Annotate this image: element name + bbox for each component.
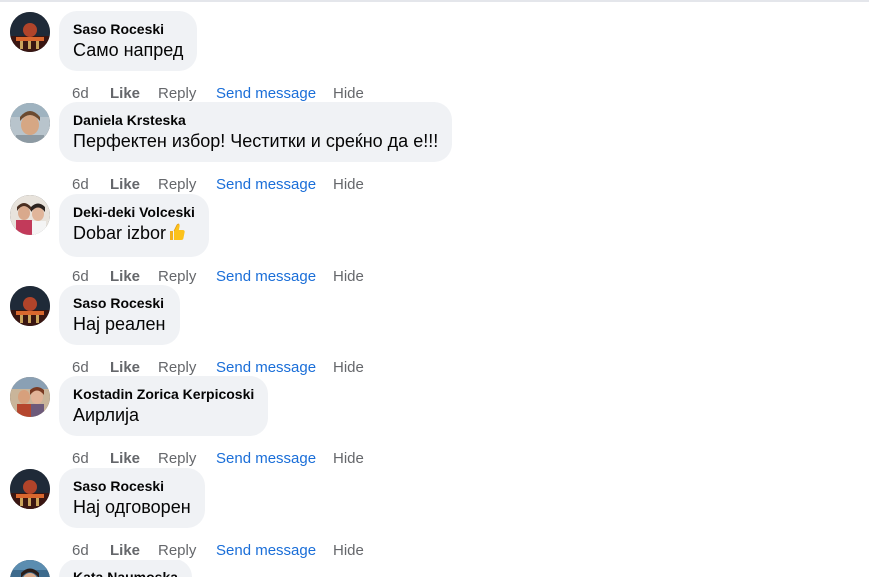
comment-author[interactable]: Kata Naumoska	[73, 568, 178, 577]
comment-item: Saso Roceski Нај реален 6d Like Reply Se…	[0, 285, 869, 378]
hide-button[interactable]: Hide	[333, 267, 364, 287]
send-message-button[interactable]: Send message	[216, 358, 316, 378]
hide-button[interactable]: Hide	[333, 175, 364, 195]
avatar[interactable]	[10, 103, 50, 143]
send-message-button[interactable]: Send message	[216, 175, 316, 195]
reply-button[interactable]: Reply	[158, 84, 196, 104]
send-message-button[interactable]: Send message	[216, 267, 316, 287]
avatar[interactable]	[10, 286, 50, 326]
reply-button[interactable]: Reply	[158, 449, 196, 469]
avatar[interactable]	[10, 469, 50, 509]
like-button[interactable]: Like	[110, 267, 140, 287]
deki-avatar-icon	[10, 195, 50, 235]
comment-author[interactable]: Daniela Krsteska	[73, 111, 438, 129]
comment-timestamp[interactable]: 6d	[72, 358, 89, 378]
top-divider	[0, 0, 869, 2]
saso-avatar-icon	[10, 12, 50, 52]
like-button[interactable]: Like	[110, 358, 140, 378]
avatar[interactable]	[10, 195, 50, 235]
hide-button[interactable]: Hide	[333, 84, 364, 104]
like-button[interactable]: Like	[110, 175, 140, 195]
kata-avatar-icon	[10, 560, 50, 577]
comment-item: Deki-deki Volceski Dobar izbor 6d Like R…	[0, 194, 869, 287]
comment-bubble: Deki-deki Volceski Dobar izbor	[59, 194, 209, 257]
comment-timestamp[interactable]: 6d	[72, 267, 89, 287]
comment-text: Аирлија	[73, 405, 140, 425]
comment-bubble: Kata Naumoska	[59, 560, 193, 577]
comment-author[interactable]: Saso Roceski	[73, 294, 166, 312]
comment-text: Нај одговорен	[73, 497, 191, 517]
comment-bubble: Daniela Krsteska Перфектен избор! Честит…	[59, 102, 453, 162]
comment-item: Saso Roceski Само напред 6d Like Reply S…	[0, 11, 869, 104]
avatar[interactable]	[10, 377, 50, 417]
comment-bubble: Saso Roceski Нај одговорен	[59, 468, 205, 528]
comment-item: Daniela Krsteska Перфектен избор! Честит…	[0, 102, 869, 195]
reply-button[interactable]: Reply	[158, 175, 196, 195]
comment-timestamp[interactable]: 6d	[72, 175, 89, 195]
comment-author[interactable]: Deki-deki Volceski	[73, 203, 195, 221]
comment-bubble: Saso Roceski Нај реален	[59, 285, 180, 345]
comment-text-row: Dobar izbor	[73, 221, 195, 248]
comment-text: Само напред	[73, 40, 184, 60]
send-message-button[interactable]: Send message	[216, 541, 316, 561]
reply-button[interactable]: Reply	[158, 358, 196, 378]
like-button[interactable]: Like	[110, 84, 140, 104]
send-message-button[interactable]: Send message	[216, 84, 316, 104]
comment-author[interactable]: Saso Roceski	[73, 477, 191, 495]
hide-button[interactable]: Hide	[333, 358, 364, 378]
send-message-button[interactable]: Send message	[216, 449, 316, 469]
hide-button[interactable]: Hide	[333, 541, 364, 561]
avatar[interactable]	[10, 560, 50, 577]
thumbs-up-icon	[167, 222, 187, 248]
comment-text: Нај реален	[73, 314, 166, 334]
saso-avatar-icon	[10, 286, 50, 326]
reply-button[interactable]: Reply	[158, 267, 196, 287]
comment-text: Перфектен избор! Честитки и среќно да е!…	[73, 131, 439, 151]
comment-author[interactable]: Saso Roceski	[73, 20, 183, 38]
comment-item: Kata Naumoska	[0, 560, 869, 577]
comment-bubble: Kostadin Zorica Kerpicoski Аирлија	[59, 376, 269, 436]
comment-item: Saso Roceski Нај одговорен 6d Like Reply…	[0, 468, 869, 561]
comment-timestamp[interactable]: 6d	[72, 449, 89, 469]
saso-avatar-icon	[10, 469, 50, 509]
like-button[interactable]: Like	[110, 541, 140, 561]
comment-item: Kostadin Zorica Kerpicoski Аирлија 6d Li…	[0, 376, 869, 469]
comment-bubble: Saso Roceski Само напред	[59, 11, 198, 71]
like-button[interactable]: Like	[110, 449, 140, 469]
reply-button[interactable]: Reply	[158, 541, 196, 561]
avatar[interactable]	[10, 12, 50, 52]
daniela-avatar-icon	[10, 103, 50, 143]
comment-author[interactable]: Kostadin Zorica Kerpicoski	[73, 385, 254, 403]
comment-text: Dobar izbor	[73, 223, 167, 243]
kostadin-avatar-icon	[10, 377, 50, 417]
comment-timestamp[interactable]: 6d	[72, 541, 89, 561]
hide-button[interactable]: Hide	[333, 449, 364, 469]
comment-timestamp[interactable]: 6d	[72, 84, 89, 104]
